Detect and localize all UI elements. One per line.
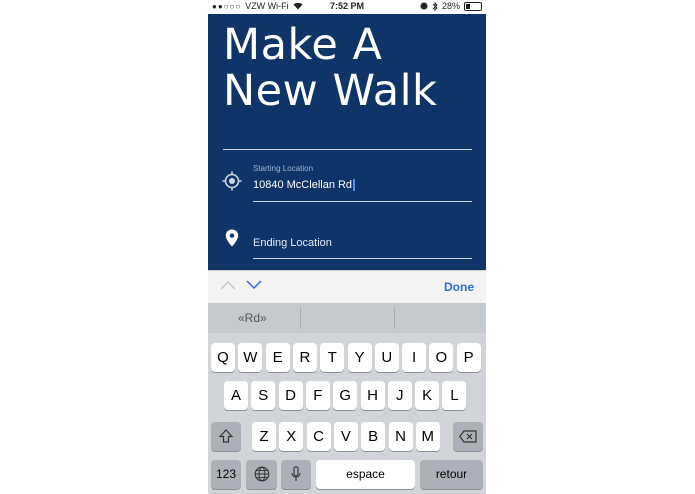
ending-location-placeholder: Ending Location	[253, 237, 332, 249]
shift-icon	[218, 429, 234, 443]
key-w[interactable]: W	[238, 343, 263, 372]
key-j[interactable]: J	[387, 381, 412, 410]
key-c[interactable]: C	[306, 422, 331, 451]
key-t[interactable]: T	[320, 343, 345, 372]
key-q[interactable]: Q	[211, 343, 235, 372]
shift-key[interactable]	[211, 422, 241, 451]
status-right: 28%	[420, 1, 482, 11]
key-f[interactable]: F	[305, 381, 330, 410]
battery-percent: 28%	[441, 1, 460, 11]
key-y[interactable]: Y	[347, 343, 372, 372]
key-o[interactable]: O	[429, 343, 454, 372]
numbers-key[interactable]: 123	[211, 460, 241, 489]
bluetooth-icon	[432, 1, 438, 11]
key-d[interactable]: D	[278, 381, 303, 410]
suggestion-divider	[300, 307, 301, 329]
battery-fill	[466, 3, 470, 9]
title-line-1: Make A	[223, 20, 383, 70]
starting-location-underline	[253, 201, 472, 202]
title-divider	[223, 149, 472, 150]
starting-location-label: Starting Location	[253, 164, 314, 173]
backspace-icon	[459, 430, 477, 443]
key-u[interactable]: U	[374, 343, 399, 372]
previous-field-icon[interactable]	[220, 280, 236, 290]
microphone-icon	[291, 466, 301, 481]
keyboard: QWERTYUIOP ASDFGHJKL ZXCVBNM 123 espace …	[208, 333, 486, 494]
key-i[interactable]: I	[402, 343, 427, 372]
battery-icon	[464, 1, 482, 11]
page-title: Make A New Walk	[223, 22, 473, 114]
text-caret	[353, 179, 356, 192]
key-p[interactable]: P	[456, 343, 481, 372]
dictation-key[interactable]	[281, 460, 311, 489]
key-g[interactable]: G	[333, 381, 358, 410]
globe-icon	[254, 466, 269, 482]
title-line-2: New Walk	[223, 66, 438, 116]
backspace-key[interactable]	[453, 422, 483, 451]
key-b[interactable]: B	[361, 422, 386, 451]
done-button[interactable]: Done	[444, 280, 474, 294]
status-bar: ●●○○○ VZW Wi-Fi 7:52 PM 28%	[208, 0, 486, 14]
ending-location-input[interactable]: Ending Location	[253, 237, 332, 249]
location-pin-icon	[225, 229, 239, 247]
key-a[interactable]: A	[224, 381, 248, 410]
key-r[interactable]: R	[292, 343, 317, 372]
alarm-icon	[420, 2, 428, 10]
key-s[interactable]: S	[251, 381, 276, 410]
key-x[interactable]: X	[279, 422, 304, 451]
key-l[interactable]: L	[442, 381, 467, 410]
starting-location-value: 10840 McClellan Rd	[253, 179, 353, 191]
suggestion-item[interactable]: «Rd»	[238, 311, 267, 325]
phone-screen: ●●○○○ VZW Wi-Fi 7:52 PM 28% Make A New W…	[208, 0, 486, 494]
starting-location-input[interactable]: 10840 McClellan Rd	[253, 179, 356, 192]
key-n[interactable]: N	[388, 422, 413, 451]
key-e[interactable]: E	[265, 343, 290, 372]
next-field-icon[interactable]	[246, 280, 262, 290]
ending-location-underline	[253, 258, 472, 259]
key-v[interactable]: V	[333, 422, 358, 451]
key-k[interactable]: K	[415, 381, 440, 410]
return-key[interactable]: retour	[420, 460, 483, 489]
globe-key[interactable]	[246, 460, 277, 489]
key-z[interactable]: Z	[252, 422, 276, 451]
key-m[interactable]: M	[415, 422, 440, 451]
predictive-bar: «Rd»	[208, 303, 486, 333]
suggestion-divider	[394, 307, 395, 329]
key-h[interactable]: H	[360, 381, 385, 410]
space-key[interactable]: espace	[316, 460, 415, 489]
keyboard-accessory-bar: Done	[208, 270, 486, 304]
current-location-icon	[222, 171, 242, 191]
